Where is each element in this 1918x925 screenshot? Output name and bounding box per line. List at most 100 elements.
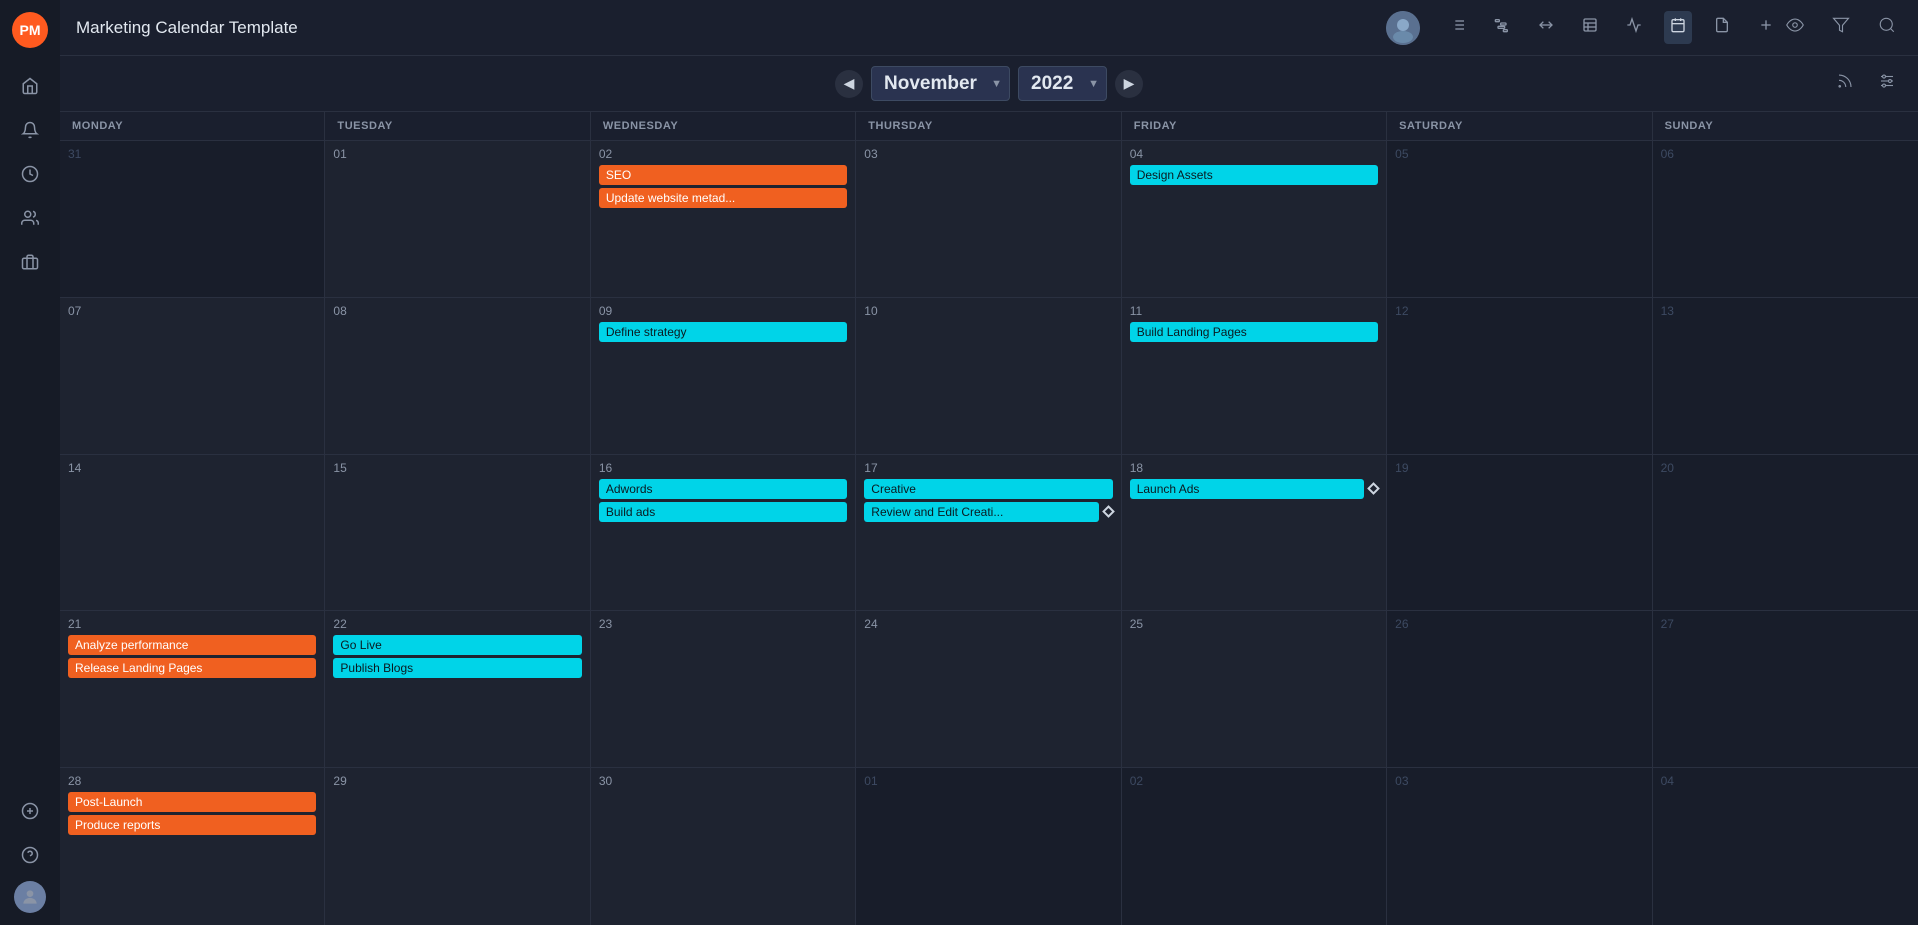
event-build-landing-pages[interactable]: Build Landing Pages xyxy=(1130,322,1378,342)
event-seo[interactable]: SEO xyxy=(599,165,847,185)
cell-w2-wed[interactable]: 09 Define strategy xyxy=(591,298,856,454)
day-header-thursday: THURSDAY xyxy=(856,112,1121,140)
cell-w4-thu: 24 xyxy=(856,611,1121,767)
topbar: Marketing Calendar Template xyxy=(60,0,1918,56)
page-title: Marketing Calendar Template xyxy=(76,18,1374,38)
cell-w3-tue: 15 xyxy=(325,455,590,611)
event-review-edit[interactable]: Review and Edit Creati... xyxy=(864,502,1098,522)
date-03-dec-dim: 03 xyxy=(1395,774,1643,788)
calendar-grid: 31 01 02 SEO Update website metad... 03 … xyxy=(60,141,1918,925)
date-17: 17 xyxy=(864,461,1112,475)
date-02-dec-dim: 02 xyxy=(1130,774,1378,788)
cell-w3-thu[interactable]: 17 Creative Review and Edit Creati... xyxy=(856,455,1121,611)
cell-w4-mon[interactable]: 21 Analyze performance Release Landing P… xyxy=(60,611,325,767)
date-04-dec-dim: 04 xyxy=(1661,774,1910,788)
event-define-strategy[interactable]: Define strategy xyxy=(599,322,847,342)
cell-w2-fri[interactable]: 11 Build Landing Pages xyxy=(1122,298,1387,454)
cell-w3-fri[interactable]: 18 Launch Ads xyxy=(1122,455,1387,611)
settings-icon[interactable] xyxy=(1872,66,1902,101)
timeline-view-icon[interactable] xyxy=(1532,11,1560,44)
activity-view-icon[interactable] xyxy=(1620,11,1648,44)
cell-w5-mon[interactable]: 28 Post-Launch Produce reports xyxy=(60,768,325,925)
date-28: 28 xyxy=(68,774,316,788)
cell-w3-wed[interactable]: 16 Adwords Build ads xyxy=(591,455,856,611)
cell-w2-sun: 13 xyxy=(1653,298,1918,454)
date-24: 24 xyxy=(864,617,1112,631)
date-30: 30 xyxy=(599,774,847,788)
event-launch-ads[interactable]: Launch Ads xyxy=(1130,479,1364,499)
cell-w2-mon: 07 xyxy=(60,298,325,454)
day-header-wednesday: WEDNESDAY xyxy=(591,112,856,140)
sidebar-item-help[interactable] xyxy=(12,837,48,873)
event-release-landing-pages[interactable]: Release Landing Pages xyxy=(68,658,316,678)
cell-w5-wed: 30 xyxy=(591,768,856,925)
list-view-icon[interactable] xyxy=(1444,11,1472,44)
cell-w1-tue: 01 xyxy=(325,141,590,297)
sidebar-item-team[interactable] xyxy=(12,200,48,236)
event-launch-row[interactable]: Launch Ads xyxy=(1130,479,1378,499)
date-13-dim: 13 xyxy=(1661,304,1910,318)
table-view-icon[interactable] xyxy=(1576,11,1604,44)
event-creative[interactable]: Creative xyxy=(864,479,1112,499)
cell-w1-mon: 31 xyxy=(60,141,325,297)
feed-icon[interactable] xyxy=(1830,66,1860,101)
event-review-row[interactable]: Review and Edit Creati... xyxy=(864,502,1112,522)
gantt-view-icon[interactable] xyxy=(1488,11,1516,44)
cell-w3-mon: 14 xyxy=(60,455,325,611)
filter-icon[interactable] xyxy=(1826,10,1856,45)
month-select[interactable]: November xyxy=(871,66,1010,101)
cell-w4-wed: 23 xyxy=(591,611,856,767)
sidebar-item-projects[interactable] xyxy=(12,244,48,280)
date-15: 15 xyxy=(333,461,581,475)
event-adwords[interactable]: Adwords xyxy=(599,479,847,499)
doc-view-icon[interactable] xyxy=(1708,11,1736,44)
date-03: 03 xyxy=(864,147,1112,161)
calendar-view-icon[interactable] xyxy=(1664,11,1692,44)
date-12-dim: 12 xyxy=(1395,304,1643,318)
week-5: 28 Post-Launch Produce reports 29 30 01 … xyxy=(60,768,1918,925)
next-month-button[interactable]: ▶ xyxy=(1115,70,1143,98)
cell-w1-fri[interactable]: 04 Design Assets xyxy=(1122,141,1387,297)
date-07: 07 xyxy=(68,304,316,318)
project-avatar xyxy=(1386,11,1420,45)
add-view-icon[interactable] xyxy=(1752,11,1780,44)
day-headers: MONDAY TUESDAY WEDNESDAY THURSDAY FRIDAY… xyxy=(60,112,1918,141)
cell-w4-fri: 25 xyxy=(1122,611,1387,767)
date-20-dim: 20 xyxy=(1661,461,1910,475)
event-update-website[interactable]: Update website metad... xyxy=(599,188,847,208)
topbar-right-icons xyxy=(1780,10,1902,45)
cell-w4-tue[interactable]: 22 Go Live Publish Blogs xyxy=(325,611,590,767)
sidebar-item-notifications[interactable] xyxy=(12,112,48,148)
sidebar-item-home[interactable] xyxy=(12,68,48,104)
cell-w2-sat: 12 xyxy=(1387,298,1652,454)
sidebar-item-add[interactable] xyxy=(12,793,48,829)
date-22: 22 xyxy=(333,617,581,631)
date-01-dec-dim: 01 xyxy=(864,774,1112,788)
event-build-ads[interactable]: Build ads xyxy=(599,502,847,522)
week-3: 14 15 16 Adwords Build ads 17 Creative R… xyxy=(60,455,1918,612)
user-avatar[interactable] xyxy=(14,881,46,913)
day-header-tuesday: TUESDAY xyxy=(325,112,590,140)
search-icon[interactable] xyxy=(1872,10,1902,45)
diamond-icon-launch xyxy=(1367,482,1380,495)
event-go-live[interactable]: Go Live xyxy=(333,635,581,655)
event-design-assets[interactable]: Design Assets xyxy=(1130,165,1378,185)
day-header-friday: FRIDAY xyxy=(1122,112,1387,140)
date-18: 18 xyxy=(1130,461,1378,475)
view-icons xyxy=(1444,11,1780,44)
year-select[interactable]: 2022 xyxy=(1018,66,1107,101)
week-2: 07 08 09 Define strategy 10 11 Build Lan… xyxy=(60,298,1918,455)
sidebar: PM xyxy=(0,0,60,925)
cell-w1-sun: 06 xyxy=(1653,141,1918,297)
watch-icon[interactable] xyxy=(1780,10,1810,45)
date-14: 14 xyxy=(68,461,316,475)
week-4: 21 Analyze performance Release Landing P… xyxy=(60,611,1918,768)
event-analyze-performance[interactable]: Analyze performance xyxy=(68,635,316,655)
cell-w1-wed[interactable]: 02 SEO Update website metad... xyxy=(591,141,856,297)
prev-month-button[interactable]: ◀ xyxy=(835,70,863,98)
event-produce-reports[interactable]: Produce reports xyxy=(68,815,316,835)
date-05-dim: 05 xyxy=(1395,147,1643,161)
event-post-launch[interactable]: Post-Launch xyxy=(68,792,316,812)
sidebar-item-recent[interactable] xyxy=(12,156,48,192)
event-publish-blogs[interactable]: Publish Blogs xyxy=(333,658,581,678)
